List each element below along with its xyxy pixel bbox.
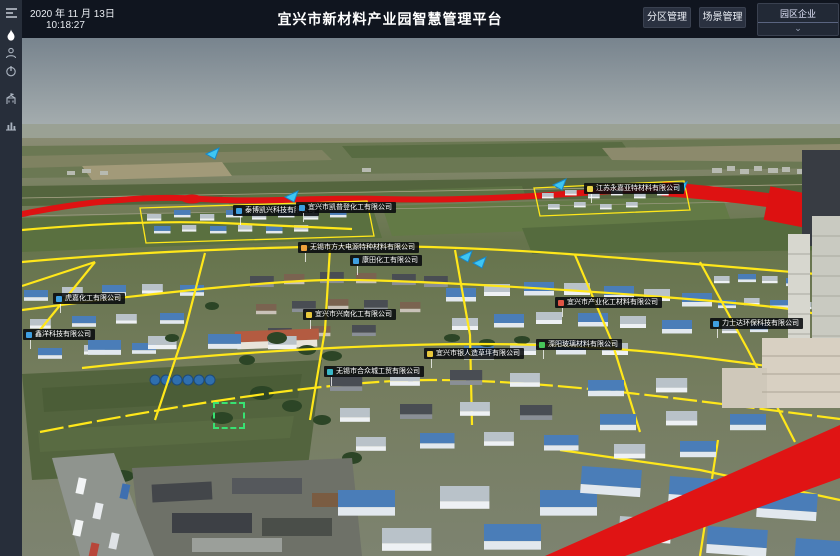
sidebar-item-user[interactable]: [0, 44, 22, 62]
company-icon: [558, 300, 564, 306]
company-label[interactable]: 无锡市方大电源特种材料有限公司: [298, 242, 419, 253]
sidebar-item-menu[interactable]: [0, 4, 22, 22]
company-label-text: 溧阳玻璃材料有限公司: [548, 341, 618, 348]
location-marker[interactable]: [458, 250, 473, 268]
company-label[interactable]: 宜兴市产业化工材料有限公司: [555, 297, 662, 308]
location-marker[interactable]: [205, 147, 220, 165]
page-title: 宜兴市新材料产业园智慧管理平台: [180, 9, 600, 29]
company-icon: [539, 342, 545, 348]
sidebar-item-chart[interactable]: [0, 116, 22, 134]
company-label-text: 宜兴市凯普登化工有限公司: [308, 204, 392, 211]
company-label-text: 无锡市方大电源特种材料有限公司: [310, 244, 415, 251]
left-sidebar: [0, 0, 22, 556]
location-marker[interactable]: [472, 256, 487, 274]
company-icon: [306, 312, 312, 318]
factory-icon: [5, 93, 17, 105]
fire-icon: [5, 29, 17, 42]
user-icon: [5, 47, 17, 59]
company-label[interactable]: 康田化工有限公司: [350, 255, 422, 266]
company-label-text: 鑫洋科技有限公司: [35, 331, 91, 338]
company-label[interactable]: 宜兴市凯普登化工有限公司: [296, 202, 396, 213]
enterprise-dropdown[interactable]: 园区企业 ⌄: [757, 3, 839, 36]
company-label[interactable]: 溧阳玻璃材料有限公司: [536, 339, 622, 350]
company-label[interactable]: 虎嘉化工有限公司: [53, 293, 125, 304]
current-date: 2020 年 11 月 13日: [30, 5, 115, 20]
top-header: 2020 年 11 月 13日 10:18:27 宜兴市新材料产业园智慧管理平台…: [0, 0, 840, 38]
sidebar-item-fire[interactable]: [0, 26, 22, 44]
company-icon: [427, 351, 433, 357]
company-icon: [301, 245, 307, 251]
location-marker[interactable]: [552, 178, 567, 196]
company-icon: [327, 369, 333, 375]
sidebar-item-factory[interactable]: [0, 90, 22, 108]
company-icon: [299, 205, 305, 211]
current-time: 10:18:27: [46, 20, 85, 31]
company-label-text: 宜兴市银人造草坪有限公司: [436, 350, 520, 357]
zone-management-button[interactable]: 分区管理: [643, 7, 691, 28]
sidebar-item-power[interactable]: [0, 62, 22, 80]
scene-management-button[interactable]: 场景管理: [699, 7, 746, 28]
menu-icon: [5, 7, 18, 19]
map-scenery: [22, 38, 840, 556]
company-label[interactable]: 力士达环保科技有限公司: [710, 318, 803, 329]
enterprise-dropdown-value: 园区企业: [758, 4, 838, 23]
company-label-text: 力士达环保科技有限公司: [722, 320, 799, 327]
company-label-text: 江苏永嘉亚特材料有限公司: [596, 185, 680, 192]
map-3d-view[interactable]: [22, 38, 840, 556]
power-icon: [5, 65, 17, 77]
smart-park-platform: 泰博凯兴科技有限公司 宜兴市凯普登化工有限公司 无锡市方大电源特种材料有限公司 …: [0, 0, 840, 556]
company-label[interactable]: 江苏永嘉亚特材料有限公司: [584, 183, 684, 194]
company-label-text: 宜兴市产业化工材料有限公司: [567, 299, 658, 306]
company-icon: [587, 186, 593, 192]
company-icon: [236, 208, 242, 214]
selection-box: [213, 402, 245, 429]
company-icon: [26, 332, 32, 338]
company-label[interactable]: 宜兴市兴南化工有限公司: [303, 309, 396, 320]
company-label[interactable]: 无锡市合众城工贸有限公司: [324, 366, 424, 377]
chart-icon: [5, 119, 17, 131]
company-label-text: 无锡市合众城工贸有限公司: [336, 368, 420, 375]
company-label[interactable]: 宜兴市银人造草坪有限公司: [424, 348, 524, 359]
company-label-text: 宜兴市兴南化工有限公司: [315, 311, 392, 318]
company-icon: [56, 296, 62, 302]
company-label[interactable]: 鑫洋科技有限公司: [23, 329, 95, 340]
company-label-text: 康田化工有限公司: [362, 257, 418, 264]
company-label-text: 虎嘉化工有限公司: [65, 295, 121, 302]
chevron-down-icon: ⌄: [758, 23, 838, 35]
company-icon: [353, 258, 359, 264]
company-icon: [713, 321, 719, 327]
